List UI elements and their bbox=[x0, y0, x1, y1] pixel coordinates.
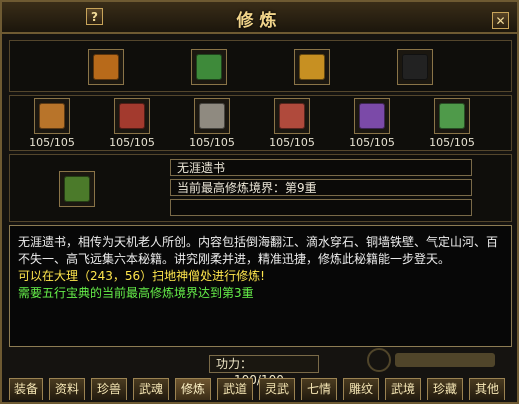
tab-12[interactable]: 其他 bbox=[469, 378, 505, 400]
book-green-icon bbox=[196, 54, 222, 80]
power-box: 功力： 100/100 bbox=[209, 355, 319, 387]
slot-book-2[interactable] bbox=[191, 49, 227, 85]
selected-book-slot[interactable] bbox=[59, 171, 95, 207]
tab-1[interactable]: 装备 bbox=[9, 378, 43, 400]
scroll-icon bbox=[119, 103, 145, 129]
watermark-logo bbox=[367, 348, 495, 372]
empty-slot-icon bbox=[402, 54, 428, 80]
description-box: 无涯遗书，相传为天机老人所创。内容包括倒海翻江、滴水穿石、铜墙铁壁、气定山河、百… bbox=[9, 225, 512, 347]
scroll-count: 105/105 bbox=[269, 136, 315, 149]
scroll-icon bbox=[39, 103, 65, 129]
scroll-count: 105/105 bbox=[429, 136, 475, 149]
tab-5[interactable]: 修炼 bbox=[175, 378, 211, 400]
tab-2[interactable]: 资料 bbox=[49, 378, 85, 400]
book-gold-icon bbox=[299, 54, 325, 80]
requirement-text: 需要五行宝典的当前最高修炼境界达到第3重 bbox=[18, 286, 254, 300]
book-name-field: 无涯遗书 bbox=[170, 159, 472, 176]
description-text: 无涯遗书，相传为天机老人所创。内容包括倒海翻江、滴水穿石、铜墙铁壁、气定山河、百… bbox=[18, 235, 499, 266]
location-text: 可以在大理（243，56）扫地神僧处进行修炼! bbox=[18, 269, 265, 283]
tab-6[interactable]: 武道 bbox=[217, 378, 253, 400]
tab-10[interactable]: 武境 bbox=[385, 378, 421, 400]
scroll-count: 105/105 bbox=[109, 136, 155, 149]
tab-8[interactable]: 七情 bbox=[301, 378, 337, 400]
scroll-slot[interactable] bbox=[434, 98, 470, 134]
close-button[interactable]: ✕ bbox=[492, 12, 509, 29]
tab-9[interactable]: 雕纹 bbox=[343, 378, 379, 400]
book-extra-field bbox=[170, 199, 472, 216]
scroll-slot[interactable] bbox=[194, 98, 230, 134]
selected-panel: 无涯遗书 当前最高修炼境界：第9重 bbox=[9, 154, 512, 222]
book-level-field: 当前最高修炼境界：第9重 bbox=[170, 179, 472, 196]
slot-empty[interactable] bbox=[397, 49, 433, 85]
tab-7[interactable]: 灵武 bbox=[259, 378, 295, 400]
scroll-count: 105/105 bbox=[29, 136, 75, 149]
scroll-icon bbox=[279, 103, 305, 129]
scroll-slot[interactable] bbox=[114, 98, 150, 134]
scroll-icon bbox=[439, 103, 465, 129]
tab-11[interactable]: 珍藏 bbox=[427, 378, 463, 400]
scroll-slot[interactable] bbox=[354, 98, 390, 134]
scroll-icon bbox=[199, 103, 225, 129]
tab-3[interactable]: 珍兽 bbox=[91, 378, 127, 400]
scroll-count: 105/105 bbox=[349, 136, 395, 149]
scroll-icon bbox=[359, 103, 385, 129]
selected-book-icon bbox=[64, 176, 90, 202]
book-orange-icon bbox=[93, 54, 119, 80]
scroll-panel: 105/105 105/105 105/105 105/105 105/105 105/1… bbox=[9, 95, 512, 151]
power-label: 功力： bbox=[216, 357, 253, 371]
window-title: 修炼 bbox=[236, 11, 283, 31]
scroll-count: 105/105 bbox=[189, 136, 235, 149]
scroll-slot[interactable] bbox=[34, 98, 70, 134]
cultivation-window: ? 修炼 ✕ 105/105 105/105 105/105 105/105 105/1… bbox=[0, 0, 519, 404]
title-bar[interactable]: ? 修炼 ✕ bbox=[2, 2, 517, 34]
slot-book-3[interactable] bbox=[294, 49, 330, 85]
top-slot-panel bbox=[9, 40, 512, 92]
slot-book-1[interactable] bbox=[88, 49, 124, 85]
tab-4[interactable]: 武魂 bbox=[133, 378, 169, 400]
scroll-slot[interactable] bbox=[274, 98, 310, 134]
